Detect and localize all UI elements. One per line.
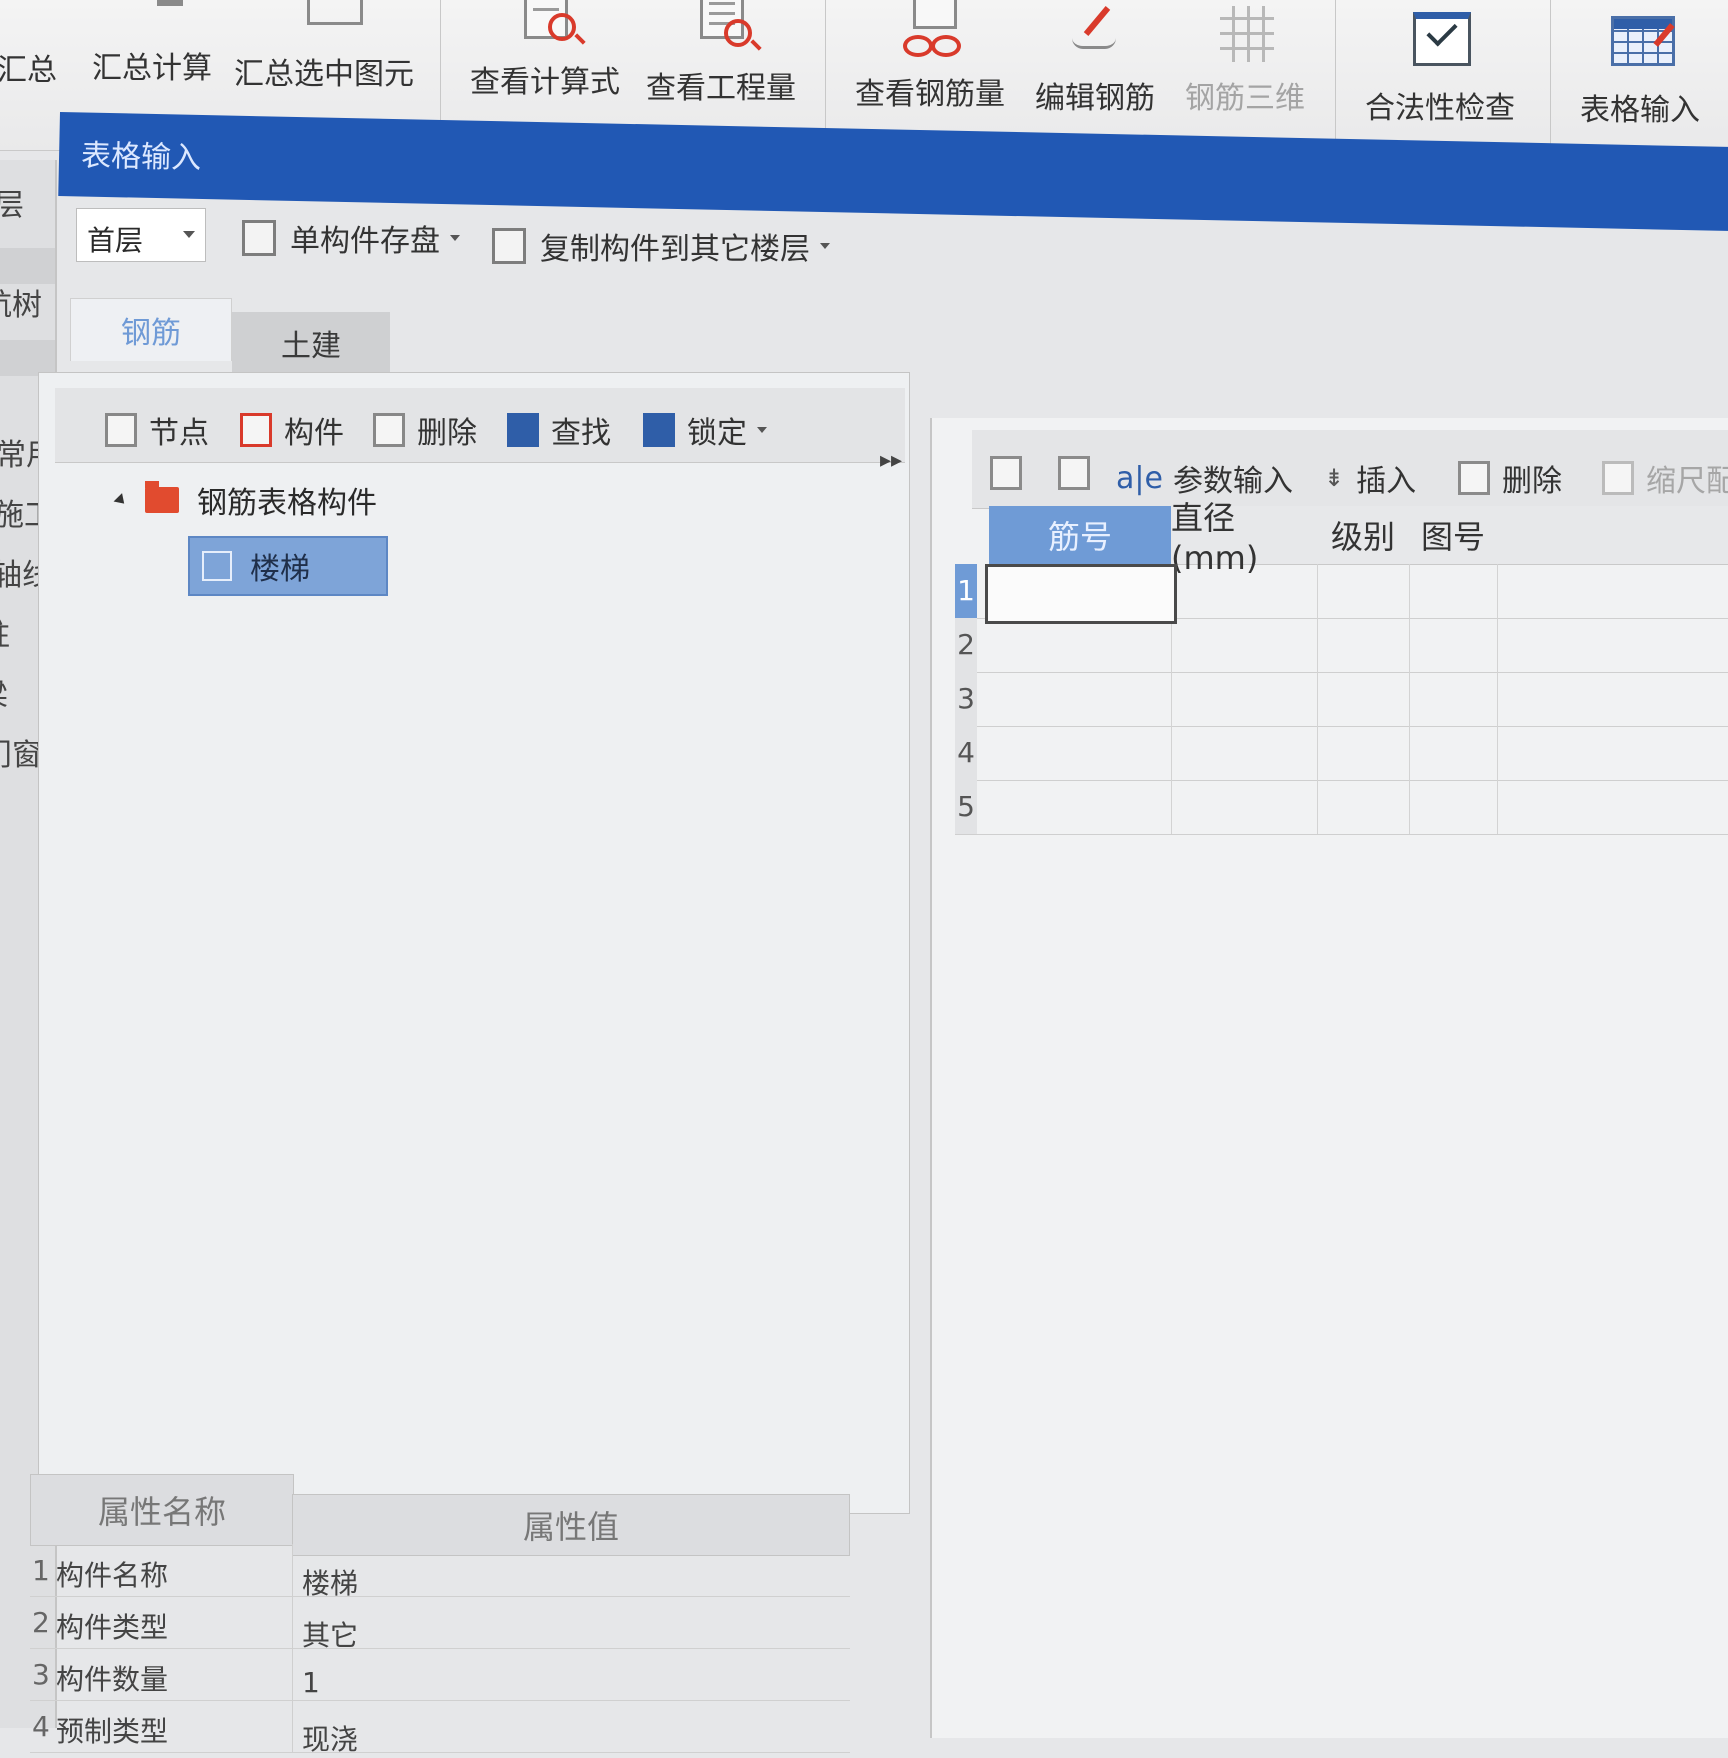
delete-row-button[interactable]: 删除 (1458, 456, 1562, 500)
move-down-icon (1058, 456, 1090, 490)
folder-icon (145, 481, 179, 513)
move-down-button[interactable] (1058, 456, 1102, 490)
table-row[interactable]: 3 (955, 672, 1728, 727)
tab-rebar[interactable]: 钢筋 (70, 298, 232, 361)
insert-button[interactable]: ⇟ 插入 (1324, 456, 1416, 500)
ribbon-group-table: 表格输入 (1550, 0, 1728, 150)
lock-icon (643, 413, 675, 447)
move-up-icon (990, 456, 1022, 490)
table-input-button[interactable]: 表格输入 (1580, 0, 1700, 129)
delete-button[interactable]: 删除 (373, 408, 477, 452)
save-component-icon (242, 220, 276, 256)
calc-summary-button[interactable]: 汇总计算 (92, 0, 212, 87)
save-single-component-button[interactable]: 单构件存盘 (242, 216, 460, 260)
selection-calc-icon (289, 0, 363, 55)
copy-floor-icon (492, 228, 526, 264)
column-header-figure-no[interactable]: 图号 (1409, 506, 1498, 565)
sidebar-divider (0, 248, 55, 284)
binoculars-icon (507, 413, 539, 447)
grid-toolbar: a|e 参数输入 ⇟ 插入 删除 缩尺配筋 (972, 430, 1728, 509)
tab-civil[interactable]: 土建 (232, 312, 390, 374)
view-rebar-button[interactable]: 查看钢筋量 (855, 0, 1005, 113)
sidebar-divider (0, 340, 55, 376)
component-tree-panel (38, 372, 910, 1514)
lock-button[interactable]: 锁定 (643, 408, 767, 452)
checkbox-icon (1405, 0, 1475, 66)
ribbon-group-rebar: 查看钢筋量 编辑钢筋 钢筋三维 (825, 0, 1336, 150)
component-icon (202, 551, 232, 581)
insert-row-icon: ⇟ (1324, 464, 1345, 492)
view-rebar-icon (895, 0, 965, 57)
validity-check-button[interactable]: 合法性检查 (1365, 0, 1515, 127)
table-edit-icon (1605, 0, 1675, 66)
summary-button[interactable]: 汇总 (0, 0, 62, 89)
property-name-header: 属性名称 (30, 1474, 294, 1546)
node-button[interactable]: 节点 (105, 408, 209, 452)
rebar-3d-icon (1210, 0, 1280, 62)
view-quantity-button[interactable]: 查看工程量 (646, 0, 796, 107)
tree-toolbar: 节点 构件 删除 查找 锁定 (55, 388, 905, 463)
view-formula-icon (510, 0, 580, 55)
table-row[interactable]: 1 构件名称 楼梯 (30, 1544, 850, 1600)
delete-icon (373, 413, 405, 447)
scale-icon (1602, 461, 1634, 495)
more-tools-icon[interactable]: ▸▸ (880, 448, 902, 473)
selected-cell[interactable] (985, 564, 1177, 624)
node-icon (105, 413, 137, 447)
sidebar-item-beam[interactable]: 梁 (0, 670, 8, 714)
floor-select[interactable]: 首层 (76, 208, 206, 262)
edit-rebar-icon (1060, 0, 1130, 55)
sigma-icon (0, 0, 62, 55)
view-quantity-icon (686, 0, 756, 55)
sidebar-item-door-window[interactable]: 门窗 (0, 730, 42, 774)
table-row[interactable]: 5 (955, 780, 1728, 835)
table-row[interactable]: 4 (955, 726, 1728, 781)
sigma-icon (117, 0, 187, 55)
tree-node-root[interactable]: 钢筋表格构件 (113, 478, 377, 522)
column-header-empty (1497, 506, 1728, 565)
table-row[interactable]: 4 预制类型 现浇 (30, 1700, 850, 1756)
floor-toolbar: 首层 单构件存盘 复制构件到其它楼层 (62, 190, 1728, 267)
find-button[interactable]: 查找 (507, 408, 611, 452)
column-header-grade[interactable]: 级别 (1317, 506, 1410, 565)
param-input-icon: a|e (1116, 460, 1163, 496)
column-header-bar-no[interactable]: 筋号 (989, 506, 1172, 565)
component-icon (240, 413, 272, 447)
expand-arrow-icon[interactable] (113, 492, 129, 508)
column-header-diameter[interactable]: 直径(mm) (1171, 499, 1318, 577)
move-up-button[interactable] (990, 456, 1034, 490)
view-formula-button[interactable]: 查看计算式 (470, 0, 620, 101)
delete-icon (1458, 461, 1490, 495)
dropdown-arrow-icon (450, 235, 460, 241)
table-row[interactable]: 2 构件类型 其它 (30, 1596, 850, 1652)
rebar-3d-button[interactable]: 钢筋三维 (1185, 0, 1305, 117)
summary-selected-button[interactable]: 汇总选中图元 (234, 0, 414, 93)
scale-rebar-button[interactable]: 缩尺配筋 (1602, 456, 1728, 500)
dropdown-arrow-icon (183, 231, 195, 238)
edit-rebar-button[interactable]: 编辑钢筋 (1035, 0, 1155, 117)
tree-node-stair[interactable]: 楼梯 (188, 536, 388, 596)
dropdown-arrow-icon (820, 243, 830, 249)
sidebar-item-column[interactable]: 柱 (0, 610, 10, 654)
sidebar-item-floor[interactable]: 层 (0, 180, 24, 224)
dropdown-arrow-icon (757, 427, 767, 433)
component-button[interactable]: 构件 (240, 408, 344, 452)
sidebar-item-tree[interactable]: 航树 (0, 280, 42, 324)
panel-title: 表格输入 (80, 138, 202, 176)
table-row[interactable]: 3 构件数量 1 (30, 1648, 850, 1701)
copy-to-floor-button[interactable]: 复制构件到其它楼层 (492, 224, 830, 268)
ribbon-group-check: 合法性检查 (1335, 0, 1551, 150)
table-row[interactable]: 2 (955, 618, 1728, 673)
